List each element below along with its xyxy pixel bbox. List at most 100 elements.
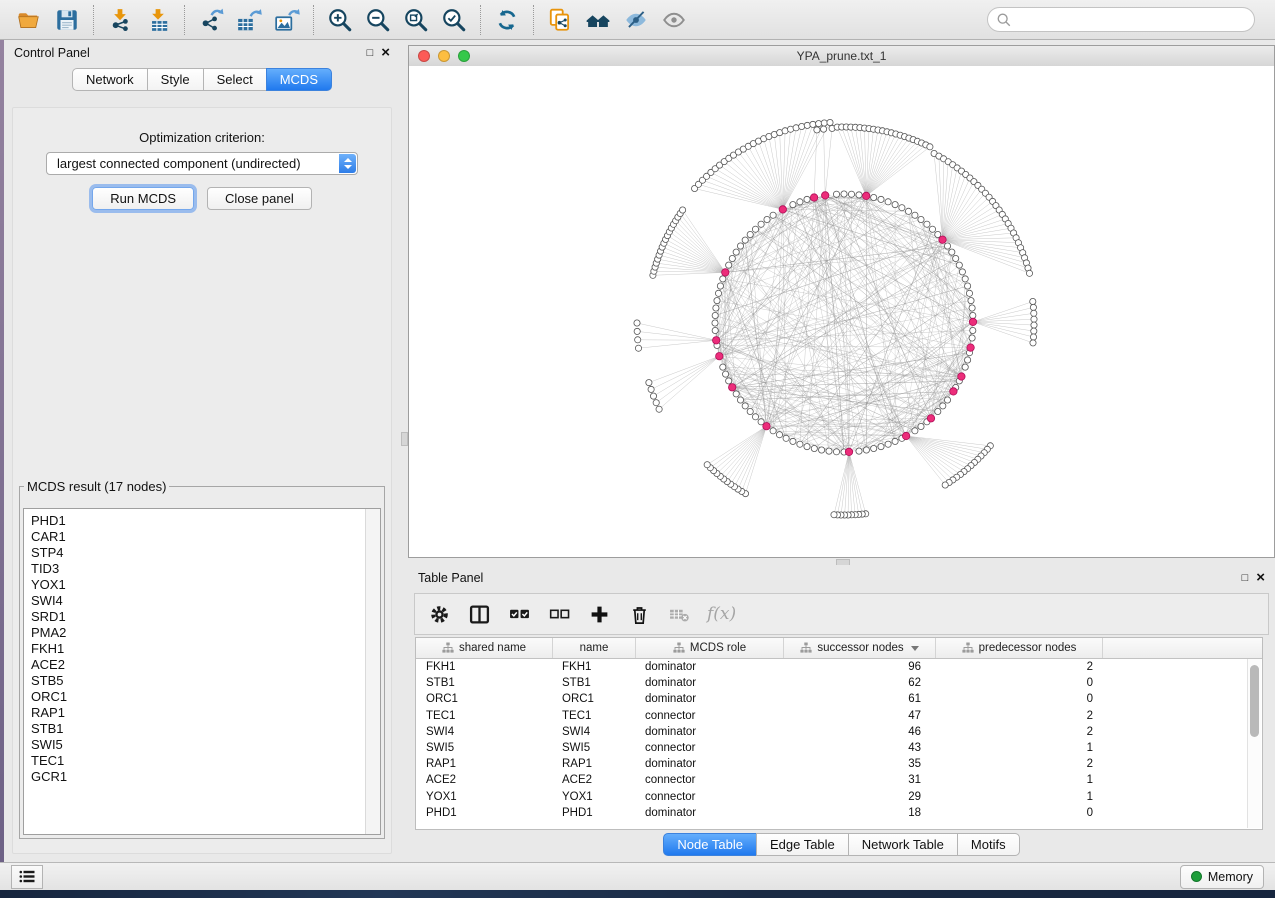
- cell-role[interactable]: connector: [636, 742, 784, 754]
- tab-node-table[interactable]: Node Table: [663, 833, 757, 856]
- import-table-button[interactable]: [139, 4, 177, 36]
- cell-predecessors[interactable]: 0: [936, 693, 1103, 705]
- cell-name[interactable]: YOX1: [553, 791, 636, 803]
- cell-role[interactable]: connector: [636, 774, 784, 786]
- deselect-all-button[interactable]: [547, 602, 571, 626]
- show-all-button[interactable]: [655, 4, 693, 36]
- result-node-item[interactable]: YOX1: [31, 577, 380, 593]
- cell-predecessors[interactable]: 2: [936, 661, 1103, 673]
- table-row[interactable]: ACE2ACE2connector311: [416, 772, 1262, 788]
- tab-motifs[interactable]: Motifs: [957, 833, 1020, 856]
- table-row[interactable]: FKH1FKH1dominator962: [416, 659, 1262, 675]
- cell-name[interactable]: PHD1: [553, 807, 636, 819]
- result-node-item[interactable]: SRD1: [31, 609, 380, 625]
- cell-shared-name[interactable]: RAP1: [416, 758, 553, 770]
- cell-shared-name[interactable]: TEC1: [416, 710, 553, 722]
- cell-successors[interactable]: 61: [784, 693, 936, 705]
- close-panel-icon[interactable]: ×: [1256, 573, 1265, 583]
- close-panel-icon[interactable]: ×: [381, 48, 390, 58]
- scrollbar-thumb[interactable]: [1250, 665, 1259, 737]
- cell-predecessors[interactable]: 2: [936, 710, 1103, 722]
- cell-successors[interactable]: 18: [784, 807, 936, 819]
- cell-shared-name[interactable]: ACE2: [416, 774, 553, 786]
- cell-name[interactable]: SWI5: [553, 742, 636, 754]
- cell-role[interactable]: connector: [636, 710, 784, 722]
- function-builder-button[interactable]: f(x): [707, 602, 736, 626]
- import-network-button[interactable]: [101, 4, 139, 36]
- column-header-name[interactable]: name: [553, 638, 636, 658]
- export-image-button[interactable]: [268, 4, 306, 36]
- open-file-button[interactable]: [10, 4, 48, 36]
- horizontal-splitter[interactable]: [408, 558, 1275, 565]
- table-scrollbar[interactable]: [1247, 659, 1261, 828]
- add-row-button[interactable]: [587, 602, 611, 626]
- result-node-item[interactable]: STB1: [31, 721, 380, 737]
- first-neighbors-button[interactable]: [579, 4, 617, 36]
- table-row[interactable]: STB1STB1dominator620: [416, 675, 1262, 691]
- close-panel-button[interactable]: Close panel: [207, 187, 312, 210]
- cell-role[interactable]: connector: [636, 791, 784, 803]
- cell-shared-name[interactable]: YOX1: [416, 791, 553, 803]
- table-settings-button[interactable]: [427, 602, 451, 626]
- cell-successors[interactable]: 31: [784, 774, 936, 786]
- delete-table-button[interactable]: [667, 602, 691, 626]
- cell-role[interactable]: dominator: [636, 693, 784, 705]
- zoom-selected-button[interactable]: [435, 4, 473, 36]
- result-node-item[interactable]: GCR1: [31, 769, 380, 785]
- cell-name[interactable]: TEC1: [553, 710, 636, 722]
- select-all-button[interactable]: [507, 602, 531, 626]
- cell-name[interactable]: SWI4: [553, 726, 636, 738]
- table-row[interactable]: ORC1ORC1dominator610: [416, 691, 1262, 707]
- export-table-button[interactable]: [230, 4, 268, 36]
- mcds-result-list[interactable]: PHD1CAR1STP4TID3YOX1SWI4SRD1PMA2FKH1ACE2…: [23, 508, 381, 835]
- tab-style[interactable]: Style: [147, 68, 204, 91]
- refresh-view-button[interactable]: [488, 4, 526, 36]
- cell-shared-name[interactable]: SWI4: [416, 726, 553, 738]
- cell-role[interactable]: dominator: [636, 661, 784, 673]
- result-node-item[interactable]: PMA2: [31, 625, 380, 641]
- search-input[interactable]: [1012, 12, 1254, 28]
- table-row[interactable]: RAP1RAP1dominator352: [416, 756, 1262, 772]
- column-header-mcds-role[interactable]: MCDS role: [636, 638, 784, 658]
- memory-button[interactable]: Memory: [1180, 865, 1264, 889]
- network-graph[interactable]: [409, 66, 1274, 557]
- result-node-item[interactable]: ACE2: [31, 657, 380, 673]
- result-node-item[interactable]: TID3: [31, 561, 380, 577]
- export-network-button[interactable]: [192, 4, 230, 36]
- save-session-button[interactable]: [48, 4, 86, 36]
- table-row[interactable]: YOX1YOX1connector291: [416, 789, 1262, 805]
- zoom-out-button[interactable]: [359, 4, 397, 36]
- result-node-item[interactable]: STB5: [31, 673, 380, 689]
- cell-name[interactable]: ORC1: [553, 693, 636, 705]
- cell-name[interactable]: ACE2: [553, 774, 636, 786]
- vertical-splitter[interactable]: [400, 40, 408, 862]
- result-node-item[interactable]: PHD1: [31, 513, 380, 529]
- result-node-item[interactable]: RAP1: [31, 705, 380, 721]
- result-node-item[interactable]: TEC1: [31, 753, 380, 769]
- zoom-fit-button[interactable]: [397, 4, 435, 36]
- cell-shared-name[interactable]: FKH1: [416, 661, 553, 673]
- show-columns-button[interactable]: [467, 602, 491, 626]
- cell-successors[interactable]: 46: [784, 726, 936, 738]
- cell-predecessors[interactable]: 2: [936, 726, 1103, 738]
- tab-select[interactable]: Select: [203, 68, 267, 91]
- tab-mcds[interactable]: MCDS: [266, 68, 332, 91]
- tab-network-table[interactable]: Network Table: [848, 833, 958, 856]
- column-header-successor-nodes[interactable]: successor nodes: [784, 638, 936, 658]
- float-panel-icon[interactable]: □: [367, 47, 374, 59]
- criterion-dropdown[interactable]: largest connected component (undirected): [46, 152, 358, 175]
- result-node-item[interactable]: SWI4: [31, 593, 380, 609]
- zoom-in-button[interactable]: [321, 4, 359, 36]
- cell-predecessors[interactable]: 1: [936, 791, 1103, 803]
- result-list-scrollbar[interactable]: [365, 509, 380, 834]
- cell-successors[interactable]: 96: [784, 661, 936, 673]
- cell-shared-name[interactable]: ORC1: [416, 693, 553, 705]
- tab-network[interactable]: Network: [72, 68, 148, 91]
- result-node-item[interactable]: SWI5: [31, 737, 380, 753]
- sort-menu-icon[interactable]: [911, 646, 919, 651]
- delete-row-button[interactable]: [627, 602, 651, 626]
- cell-name[interactable]: STB1: [553, 677, 636, 689]
- result-node-item[interactable]: ORC1: [31, 689, 380, 705]
- cell-name[interactable]: FKH1: [553, 661, 636, 673]
- cell-successors[interactable]: 35: [784, 758, 936, 770]
